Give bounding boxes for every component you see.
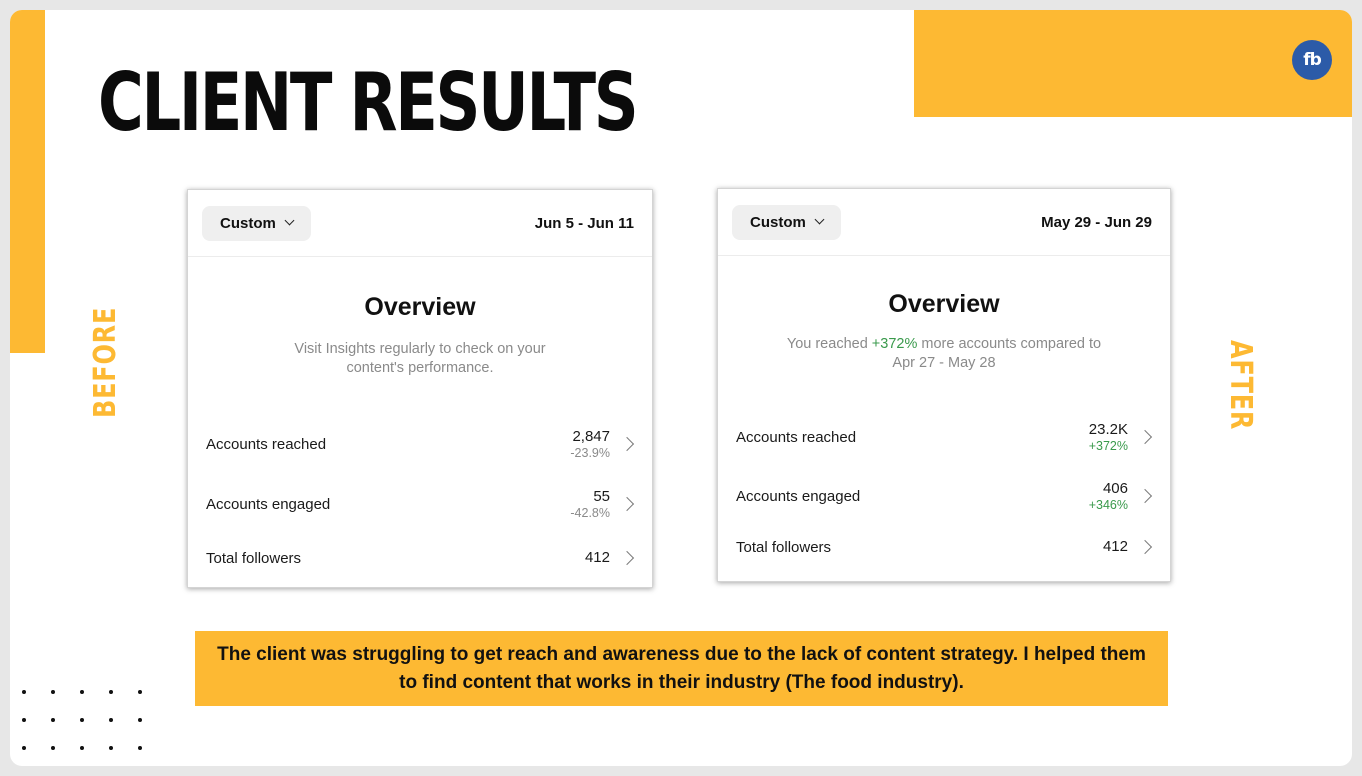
before-label: BEFORE (88, 306, 123, 418)
chevron-right-icon (619, 496, 635, 512)
overview-subtitle: Visit Insights regularly to check on you… (188, 340, 652, 378)
chevron-right-icon (1137, 539, 1153, 555)
metric-value: 23.2K (1088, 421, 1128, 438)
metric-delta: -23.9% (570, 446, 610, 460)
metric-label: Total followers (736, 538, 832, 556)
dot (138, 718, 142, 722)
after-label: AFTER (1223, 340, 1258, 431)
chevron-right-icon (1137, 429, 1153, 445)
metric-row-accounts-engaged[interactable]: Accounts engaged 406 +346% (736, 480, 1153, 512)
brand-logo-icon: fb (1292, 40, 1332, 80)
metric-delta: +346% (1088, 498, 1128, 512)
slide: fb CLIENT RESULTS BEFORE AFTER Custom Ju… (10, 10, 1352, 766)
metric-value: 406 (1102, 480, 1128, 497)
dot (80, 690, 84, 694)
dot (138, 746, 142, 750)
dot (22, 746, 26, 750)
subtitle-highlight: +372% (871, 336, 918, 352)
metric-label: Accounts engaged (736, 487, 861, 505)
dot (138, 690, 142, 694)
decorative-dot-grid (22, 690, 167, 766)
logo-text: fb (1303, 50, 1322, 70)
chevron-right-icon (1137, 488, 1153, 504)
date-range: Jun 5 - Jun 11 (534, 214, 634, 232)
metric-value: 412 (584, 549, 610, 566)
chevron-down-icon (284, 215, 295, 226)
chevron-right-icon (619, 550, 635, 566)
subtitle-line: Apr 27 - May 28 (892, 355, 996, 371)
metric-row-accounts-engaged[interactable]: Accounts engaged 55 -42.8% (206, 488, 635, 520)
dot (22, 718, 26, 722)
dot (109, 690, 113, 694)
subtitle-line: content's performance. (346, 360, 494, 376)
card-header: Custom Jun 5 - Jun 11 (188, 190, 652, 257)
page-title: CLIENT RESULTS (98, 56, 639, 149)
overview-title: Overview (364, 293, 476, 321)
card-header: Custom May 29 - Jun 29 (718, 189, 1170, 256)
metric-row-total-followers[interactable]: Total followers 412 (736, 538, 1153, 556)
dot (22, 690, 26, 694)
metric-label: Accounts engaged (206, 495, 331, 513)
metric-row-total-followers[interactable]: Total followers 412 (206, 549, 635, 567)
subtitle-line: You reached +372% more accounts compared… (718, 335, 1170, 354)
dot (109, 746, 113, 750)
metric-value: 412 (1102, 538, 1128, 555)
accent-bar-left (10, 10, 45, 353)
date-range: May 29 - Jun 29 (1041, 213, 1152, 231)
chevron-right-icon (619, 436, 635, 452)
caption-banner: The client was struggling to get reach a… (195, 631, 1168, 706)
metric-label: Total followers (206, 549, 302, 567)
custom-range-dropdown[interactable]: Custom (202, 205, 311, 241)
metric-label: Accounts reached (206, 435, 327, 453)
metric-value: 2,847 (572, 428, 610, 445)
after-insights-card: Custom May 29 - Jun 29 Overview You reac… (717, 188, 1171, 582)
before-insights-card: Custom Jun 5 - Jun 11 Overview Visit Ins… (187, 189, 653, 588)
overview-title: Overview (888, 290, 1000, 318)
subtitle-suffix: more accounts compared to (917, 336, 1102, 352)
metric-value: 55 (593, 488, 610, 505)
dropdown-label: Custom (220, 214, 276, 232)
metric-label: Accounts reached (736, 428, 857, 446)
subtitle-line: Visit Insights regularly to check on you… (294, 341, 546, 357)
overview-subtitle: You reached +372% more accounts compared… (718, 335, 1170, 373)
metric-row-accounts-reached[interactable]: Accounts reached 23.2K +372% (736, 421, 1153, 453)
metric-delta: +372% (1088, 439, 1128, 453)
dot (109, 718, 113, 722)
custom-range-dropdown[interactable]: Custom (732, 204, 841, 240)
dot (80, 746, 84, 750)
chevron-down-icon (814, 214, 825, 225)
dropdown-label: Custom (750, 213, 806, 231)
dot (51, 690, 55, 694)
accent-bar-top-right (914, 10, 1352, 117)
dot (80, 718, 84, 722)
dot (51, 746, 55, 750)
metric-row-accounts-reached[interactable]: Accounts reached 2,847 -23.9% (206, 428, 635, 460)
dot (51, 718, 55, 722)
subtitle-prefix: You reached (786, 336, 872, 352)
metric-delta: -42.8% (570, 506, 610, 520)
